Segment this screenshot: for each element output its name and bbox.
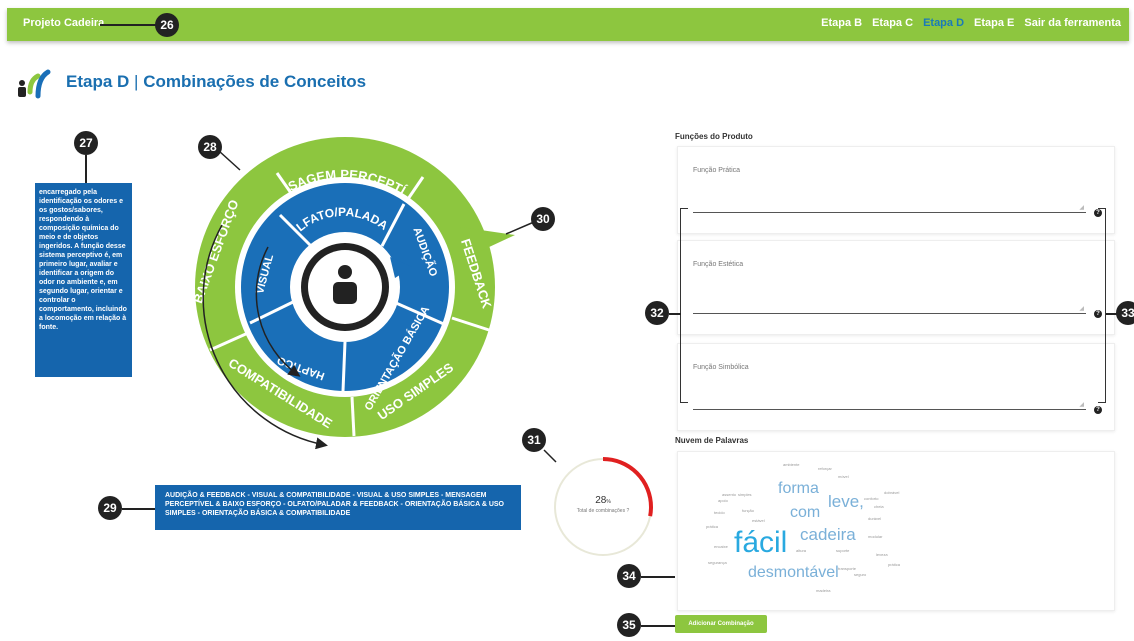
marker-27: 27 xyxy=(74,131,98,155)
cloud-word: segurança xyxy=(708,560,727,565)
cloud-word: tecido xyxy=(714,510,725,515)
concept-wheel: MENSAGEM PERCEPTÍVEL FEEDBACK USO SIMPLE… xyxy=(190,135,515,450)
cloud-word: ambiente xyxy=(783,462,800,467)
nav-etapa-d[interactable]: Etapa D xyxy=(923,17,964,29)
function-symbolic-label: Função Simbólica xyxy=(693,364,749,371)
nav-etapa-e[interactable]: Etapa E xyxy=(974,17,1014,29)
function-symbolic-field[interactable]: Função Simbólica ◢ ? xyxy=(677,343,1115,431)
cloud-word: simples xyxy=(738,492,752,497)
combinations-list: AUDIÇÃO & FEEDBACK - VISUAL & COMPATIBIL… xyxy=(155,485,521,530)
cloud-word: prática xyxy=(888,562,901,567)
app-root: Projeto Cadeira Etapa B Etapa C Etapa D … xyxy=(0,0,1134,641)
resize-handle-icon[interactable]: ◢ xyxy=(1079,305,1084,312)
word-cloud: fácil desmontável cadeira forma leve, co… xyxy=(677,451,1115,611)
page-title: Etapa D | Combinações de Conceitos xyxy=(66,72,366,92)
combinations-counter-gauge xyxy=(553,457,653,557)
marker-35: 35 xyxy=(617,613,641,637)
cloud-word: apoio xyxy=(718,498,728,503)
cloud-word: assento xyxy=(722,492,737,497)
nav-exit-tool[interactable]: Sair da ferramenta xyxy=(1024,17,1121,29)
cloud-word: leve, xyxy=(828,492,864,511)
add-combination-button[interactable]: Adicionar Combinação xyxy=(675,615,767,633)
cloud-word: fácil xyxy=(734,526,788,559)
cloud-word: forma xyxy=(778,480,819,497)
function-aesthetic-field[interactable]: Função Estética ◢ ? xyxy=(677,240,1115,335)
left-bracket xyxy=(680,208,688,403)
cloud-word: durável xyxy=(868,516,882,521)
cloud-word: modular xyxy=(868,534,883,539)
cloud-word: altura xyxy=(796,548,807,553)
marker-29: 29 xyxy=(98,496,122,520)
marker-34: 34 xyxy=(617,564,641,588)
cloud-word: conforto xyxy=(864,496,879,501)
page-title-sub: Combinações de Conceitos xyxy=(143,72,367,91)
project-name[interactable]: Projeto Cadeira xyxy=(23,17,104,29)
marker-leader xyxy=(669,313,681,315)
function-practical-field[interactable]: Função Prática ◢ ? xyxy=(677,146,1115,234)
cloud-title: Nuvem de Palavras xyxy=(675,436,749,445)
cloud-word: encaixe xyxy=(714,544,728,549)
cloud-word: madeira xyxy=(816,588,831,593)
counter-value: 28% xyxy=(552,495,654,506)
page-title-separator: | xyxy=(134,72,139,91)
cloud-word: móvel xyxy=(838,474,849,479)
top-nav: Etapa B Etapa C Etapa D Etapa E Sair da … xyxy=(821,17,1121,29)
cloud-word: prática xyxy=(706,524,719,529)
marker-31: 30 xyxy=(531,207,555,231)
nav-etapa-b[interactable]: Etapa B xyxy=(821,17,862,29)
right-bracket xyxy=(1098,208,1106,403)
cloud-word: dobrável xyxy=(884,490,900,495)
counter-number: 28 xyxy=(595,495,607,506)
cloud-word: suporte xyxy=(836,548,850,553)
marker-leader xyxy=(100,24,156,26)
app-logo-icon xyxy=(18,69,51,99)
marker-leader xyxy=(641,625,675,627)
resize-handle-icon[interactable]: ◢ xyxy=(1079,401,1084,408)
field-underline xyxy=(693,409,1086,410)
counter-unit: % xyxy=(606,499,611,505)
cloud-word: reforçar xyxy=(818,466,832,471)
cloud-word: cadeira xyxy=(800,525,856,544)
function-practical-label: Função Prática xyxy=(693,167,741,174)
marker-26: 26 xyxy=(155,13,179,37)
marker-leader xyxy=(641,576,675,578)
cloud-word: seguro xyxy=(854,572,867,577)
nav-etapa-c[interactable]: Etapa C xyxy=(872,17,913,29)
cloud-word: estável xyxy=(752,518,765,523)
cloud-word: com xyxy=(790,504,821,521)
marker-leader xyxy=(85,155,87,183)
sense-description-tooltip: encarregado pela identificação os odores… xyxy=(35,183,132,377)
cloud-word: transporte xyxy=(838,566,857,571)
field-underline xyxy=(693,212,1086,213)
page-title-main: Etapa D xyxy=(66,72,130,91)
marker-leader xyxy=(122,508,155,510)
cloud-word: função xyxy=(742,508,755,513)
marker-33: 33 xyxy=(1116,301,1134,325)
field-underline xyxy=(693,313,1086,314)
cloud-word: leveza xyxy=(876,552,888,557)
resize-handle-icon[interactable]: ◢ xyxy=(1079,204,1084,211)
marker-32: 32 xyxy=(645,301,669,325)
functions-title: Funções do Produto xyxy=(675,132,753,141)
function-aesthetic-label: Função Estética xyxy=(693,261,744,268)
help-icon[interactable]: ? xyxy=(1094,406,1102,414)
cloud-word: cheia xyxy=(874,504,884,509)
counter-label[interactable]: Total de combinações ? xyxy=(552,508,654,514)
cloud-word: desmontável xyxy=(748,564,839,581)
